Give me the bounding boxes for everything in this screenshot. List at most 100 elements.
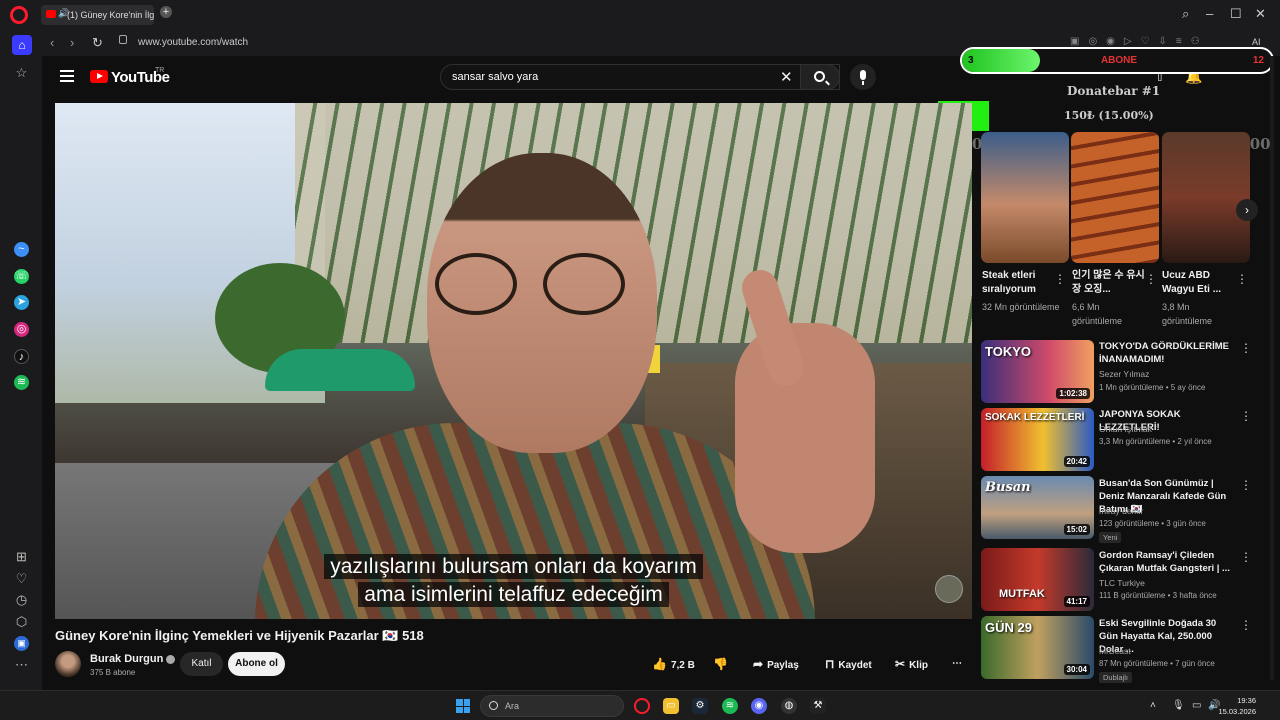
search-tabs-icon[interactable]: ⌕ <box>1182 7 1189 21</box>
search-button[interactable] <box>800 64 840 90</box>
video-frame-glasses-left <box>435 253 517 315</box>
related-title[interactable]: TOKYO'DA GÖRDÜKLERİME İNANAMADIM! <box>1099 340 1235 366</box>
minimize-button[interactable]: – <box>1206 7 1213 21</box>
more-actions-button[interactable]: ⋯ <box>952 652 966 676</box>
new-tab-button[interactable]: + <box>160 6 172 18</box>
related-channel[interactable]: TLC Turkiye <box>1099 578 1145 588</box>
close-window-button[interactable]: ✕ <box>1255 7 1266 21</box>
related-more-icon[interactable]: ⋮ <box>1240 341 1252 355</box>
related-title[interactable]: Gordon Ramsay'i Çileden Çıkaran Mutfak G… <box>1099 549 1235 575</box>
subscribe-button[interactable]: Abone ol <box>228 652 285 676</box>
short-thumbnail[interactable] <box>1162 132 1250 263</box>
related-channel[interactable]: MrBeast <box>1099 646 1131 656</box>
opera-taskbar-icon[interactable] <box>634 698 650 714</box>
channel-name[interactable]: Burak Durgun <box>90 653 163 665</box>
short-title[interactable]: Steak etleri sıralıyorum <box>982 269 1062 297</box>
region-code: TR <box>155 67 165 74</box>
short-title[interactable]: 인기 많은 수 유시장 오징... <box>1072 269 1152 297</box>
new-badge: Yeni <box>1099 532 1122 543</box>
instagram-icon[interactable]: ◎ <box>14 322 29 337</box>
clock[interactable]: 19:36 15.03.2026 <box>1218 695 1256 717</box>
workspaces-icon[interactable]: ⊞ <box>14 549 29 564</box>
extensions-icon[interactable]: ⬡ <box>14 614 29 629</box>
related-thumbnail[interactable]: GÜN 29 30:04 <box>981 616 1094 679</box>
short-more-icon[interactable]: ⋮ <box>1054 272 1066 286</box>
back-button[interactable]: ‹ <box>50 35 54 50</box>
search-icon <box>814 71 825 82</box>
ai-button[interactable]: AI <box>1252 37 1261 47</box>
thumbnail-text: SOKAK LEZZETLERİ <box>985 412 1085 423</box>
channel-name-row[interactable]: Burak Durgun <box>90 653 176 665</box>
microphone-icon[interactable]: 🎙 <box>1172 700 1185 711</box>
short-title[interactable]: Ucuz ABD Wagyu Eti ... <box>1162 269 1242 297</box>
scissors-icon: ✂ <box>895 657 906 671</box>
speaker-icon[interactable]: 🔊 <box>58 8 69 19</box>
related-thumbnail[interactable]: TOKYO 1:02:38 <box>981 340 1094 403</box>
file-explorer-icon[interactable]: ▭ <box>663 698 679 714</box>
dislike-button[interactable]: 👎 <box>713 652 737 676</box>
taskbar-search[interactable]: Ara <box>480 695 624 717</box>
app-taskbar-icon[interactable]: ⚒ <box>810 698 826 714</box>
spotify-icon[interactable]: ≋ <box>14 375 29 390</box>
share-button[interactable]: ➦ Paylaş <box>753 652 809 676</box>
related-thumbnail[interactable]: MUTFAK 41:17 <box>981 548 1094 611</box>
clip-button[interactable]: ✂ Klip <box>895 652 937 676</box>
clear-search-icon[interactable]: ✕ <box>780 68 793 86</box>
telegram-icon[interactable]: ➤ <box>14 295 29 310</box>
more-sidebar-icon[interactable]: ⋯ <box>14 657 29 672</box>
channel-watermark[interactable] <box>935 575 963 603</box>
related-channel[interactable]: Orkun Işıtmak <box>1099 424 1152 434</box>
browser-tab[interactable]: 🔊 (1) Güney Kore'nin İlginç <box>41 5 154 25</box>
related-more-icon[interactable]: ⋮ <box>1240 409 1252 423</box>
short-more-icon[interactable]: ⋮ <box>1145 272 1157 286</box>
related-thumbnail[interactable]: Busan 15:02 <box>981 476 1094 539</box>
discord-icon[interactable]: ◉ <box>751 698 767 714</box>
short-views: 32 Mn görüntüleme <box>982 302 1060 312</box>
maximize-button[interactable]: ☐ <box>1230 7 1242 21</box>
video-duration: 1:02:38 <box>1056 388 1090 399</box>
youtube-logo-icon[interactable] <box>90 70 108 83</box>
related-more-icon[interactable]: ⋮ <box>1240 550 1252 564</box>
forward-button[interactable]: › <box>70 35 74 50</box>
related-channel[interactable]: miray demir <box>1099 506 1143 516</box>
page-scrollbar[interactable] <box>1270 56 1274 680</box>
shorts-next-icon[interactable]: › <box>1236 199 1258 221</box>
opera-logo-icon[interactable] <box>10 6 28 24</box>
short-more-icon[interactable]: ⋮ <box>1236 272 1248 286</box>
home-icon[interactable]: ⌂ <box>12 35 32 55</box>
whatsapp-icon[interactable]: ☏ <box>14 269 29 284</box>
related-more-icon[interactable]: ⋮ <box>1240 618 1252 632</box>
video-player[interactable]: yazılışlarını bulursam onları da koyarım… <box>55 103 972 619</box>
channel-avatar[interactable] <box>55 651 81 677</box>
related-meta: 3,3 Mn görüntüleme • 2 yıl önce <box>1099 437 1212 446</box>
tiktok-icon[interactable]: ♪ <box>14 349 29 364</box>
short-thumbnail[interactable] <box>1071 132 1159 263</box>
spotify-taskbar-icon[interactable]: ≋ <box>722 698 738 714</box>
network-icon[interactable]: ▭ <box>1192 700 1201 711</box>
voice-search-icon[interactable] <box>850 64 876 90</box>
related-more-icon[interactable]: ⋮ <box>1240 478 1252 492</box>
like-button[interactable]: 👍 7,2 B <box>652 652 707 676</box>
search-input[interactable]: sansar salvo yara <box>452 71 538 83</box>
steam-icon[interactable]: ⚙ <box>692 698 708 714</box>
address-bar-tools-icon[interactable]: ▣◎◉▷♡⇩≡⚇ <box>1070 36 1209 47</box>
favorites-heart-icon[interactable]: ♡ <box>14 571 29 586</box>
tray-expand-icon[interactable]: ˄ <box>1150 700 1156 711</box>
related-channel[interactable]: Sezer Yılmaz <box>1099 369 1149 379</box>
url-field[interactable]: www.youtube.com/watch <box>138 37 248 48</box>
messenger-icon[interactable]: ~ <box>14 242 29 257</box>
save-button[interactable]: ⊓ Kaydet <box>825 652 877 676</box>
reload-button[interactable]: ↻ <box>92 35 103 51</box>
windows-start-icon[interactable] <box>456 699 470 713</box>
short-thumbnail[interactable] <box>981 132 1069 263</box>
history-clock-icon[interactable]: ◷ <box>14 592 29 607</box>
tab-title: (1) Güney Kore'nin İlginç <box>67 10 154 20</box>
menu-icon[interactable] <box>60 70 74 82</box>
crypto-wallet-icon[interactable]: ▣ <box>14 636 29 651</box>
related-thumbnail[interactable]: SOKAK LEZZETLERİ 20:42 <box>981 408 1094 471</box>
bookmarks-star-icon[interactable]: ☆ <box>14 65 29 80</box>
verified-icon <box>166 654 176 664</box>
join-button[interactable]: Katıl <box>180 652 223 676</box>
search-box[interactable]: sansar salvo yara ✕ <box>440 64 840 90</box>
obs-icon[interactable]: ◍ <box>781 698 797 714</box>
